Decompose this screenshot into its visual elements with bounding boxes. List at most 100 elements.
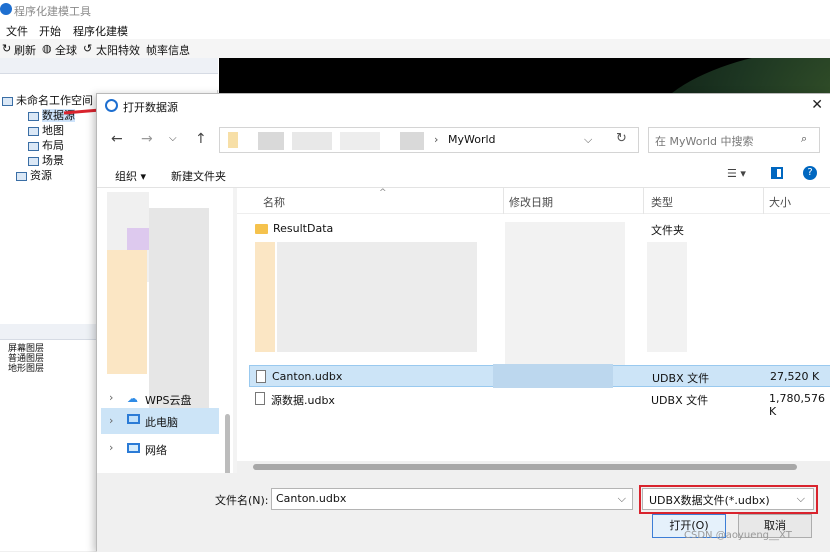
tree-item-resources[interactable]: 资源 — [16, 167, 52, 183]
scrollbar-thumb[interactable] — [253, 464, 797, 470]
file-name: ResultData — [273, 222, 334, 235]
blurred-path-segment — [292, 132, 332, 150]
cloud-icon: ☁ — [127, 392, 138, 405]
nav-item-network[interactable]: › 网络 — [105, 438, 225, 460]
filename-label: 文件名(N): — [215, 494, 269, 507]
file-icon — [255, 392, 265, 405]
address-bar[interactable]: › MyWorld ⌵ ↻ — [219, 127, 639, 153]
file-type: UDBX 文件 — [652, 372, 710, 385]
blurred-path-segment — [258, 132, 284, 150]
scene-icon — [28, 156, 39, 166]
sun-icon: ↺ — [83, 42, 93, 55]
blurred-file-rows — [255, 242, 275, 352]
column-modified[interactable]: 修改日期 — [509, 194, 553, 210]
menu-bar: 文件 开始 程序化建模 — [0, 20, 830, 39]
column-name[interactable]: 名称 — [263, 194, 285, 210]
expand-chevron-icon[interactable]: › — [109, 414, 113, 427]
computer-icon — [127, 414, 140, 424]
search-icon[interactable]: ⌕ — [801, 132, 807, 146]
file-type: UDBX 文件 — [651, 394, 709, 407]
menu-file[interactable]: 文件 — [6, 23, 28, 39]
expand-chevron-icon[interactable]: › — [109, 391, 113, 404]
preview-pane-icon[interactable] — [771, 167, 783, 179]
blurred-nav-items — [149, 208, 209, 408]
column-type[interactable]: 类型 — [651, 194, 673, 210]
recent-locations-chevron-icon[interactable]: ⌵ — [169, 133, 177, 144]
column-size[interactable]: 大小 — [769, 194, 791, 210]
globe-icon: ◍ — [42, 42, 52, 55]
column-divider[interactable] — [763, 188, 764, 214]
folder-icon — [255, 224, 268, 234]
refresh-button[interactable]: 刷新 — [14, 42, 36, 58]
nav-item-wps-cloud[interactable]: › ☁ WPS云盘 — [105, 388, 225, 410]
back-arrow-icon[interactable]: ← — [111, 131, 123, 147]
blurred-overlay — [493, 364, 613, 388]
workspace-panel-subtoolbar — [0, 74, 218, 90]
expand-chevron-icon[interactable]: › — [109, 441, 113, 454]
globe-render — [639, 58, 830, 98]
file-icon — [256, 370, 266, 383]
filename-dropdown-chevron-icon[interactable]: ⌵ — [618, 492, 626, 506]
menu-start[interactable]: 开始 — [39, 23, 61, 39]
forward-arrow-icon[interactable]: → — [141, 131, 153, 147]
tree-item-map[interactable]: 地图 — [28, 122, 64, 138]
app-titlebar: 程序化建模工具 — [0, 0, 830, 20]
column-header-row: 名称 ^ 修改日期 类型 大小 — [237, 188, 830, 214]
address-current-folder[interactable]: MyWorld — [448, 133, 496, 146]
file-size: 1,780,576 K — [769, 392, 825, 418]
frame-rate-button[interactable]: 帧率信息 — [146, 42, 190, 58]
scene-viewport[interactable] — [219, 58, 830, 98]
organize-menu[interactable]: 组织 ▾ — [115, 168, 146, 184]
filename-input[interactable]: Canton.udbx ⌵ — [271, 488, 633, 510]
globe-button[interactable]: 全球 — [55, 42, 77, 58]
sort-chevron-icon: ^ — [379, 188, 387, 198]
app-title: 程序化建模工具 — [14, 5, 91, 18]
nav-item-label: WPS云盘 — [145, 394, 192, 407]
dialog-titlebar: 打开数据源 ✕ — [97, 94, 830, 118]
menu-procedural[interactable]: 程序化建模 — [73, 23, 128, 39]
close-icon[interactable]: ✕ — [811, 97, 823, 113]
breadcrumb-chevron-icon: › — [434, 133, 439, 146]
file-name: Canton.udbx — [272, 370, 343, 383]
up-arrow-icon[interactable]: ↑ — [195, 131, 207, 147]
network-icon — [127, 443, 140, 453]
red-highlight-box — [639, 485, 818, 514]
nav-item-label: 网络 — [145, 444, 167, 457]
refresh-icon[interactable]: ↻ — [616, 131, 627, 146]
view-options-icon[interactable]: ☰ ▾ — [727, 167, 746, 180]
tree-item-layout[interactable]: 布局 — [28, 137, 64, 153]
horizontal-scrollbar[interactable] — [237, 461, 830, 473]
file-list: 名称 ^ 修改日期 类型 大小 ResultData 文件夹 Canton.ud… — [237, 188, 830, 468]
blurred-path-segment — [340, 132, 380, 150]
file-size: 27,520 K — [770, 370, 820, 383]
navigation-row: ← → ⌵ ↑ › MyWorld ⌵ ↻ 在 MyWorld 中搜索 ⌕ — [97, 118, 830, 162]
nav-item-this-pc[interactable]: › 此电脑 — [101, 408, 219, 434]
blurred-file-rows — [647, 242, 687, 352]
search-box[interactable]: 在 MyWorld 中搜索 ⌕ — [648, 127, 820, 153]
resources-icon — [16, 171, 27, 181]
command-bar: 组织 ▾ 新建文件夹 ☰ ▾ ? — [97, 162, 830, 188]
dialog-title: 打开数据源 — [123, 101, 178, 114]
tree-item-scene[interactable]: 场景 — [28, 152, 64, 168]
column-divider[interactable] — [503, 188, 504, 214]
blurred-file-rows — [277, 242, 477, 352]
workspace-panel-toolbar — [0, 58, 218, 74]
file-row[interactable]: 源数据.udbx UDBX 文件 1,780,576 K — [249, 388, 830, 418]
new-folder-button[interactable]: 新建文件夹 — [171, 168, 226, 184]
refresh-icon: ↻ — [2, 42, 12, 55]
help-icon[interactable]: ? — [803, 166, 817, 180]
file-type: 文件夹 — [651, 224, 684, 237]
app-logo-icon — [0, 3, 12, 15]
sun-effect-button[interactable]: 太阳特效 — [96, 42, 140, 58]
file-name: 源数据.udbx — [271, 394, 335, 407]
blurred-file-rows — [505, 222, 625, 382]
column-divider[interactable] — [643, 188, 644, 214]
layout-icon — [28, 141, 39, 151]
blurred-path-segment — [228, 132, 238, 148]
datasource-icon — [28, 111, 39, 121]
dialog-app-icon — [105, 99, 118, 112]
layer-terrain[interactable]: 地形图层 — [8, 361, 44, 374]
open-datasource-dialog: 打开数据源 ✕ ← → ⌵ ↑ › MyWorld ⌵ ↻ 在 MyWorld … — [96, 93, 830, 552]
blurred-nav-items — [107, 250, 147, 374]
address-dropdown-chevron-icon[interactable]: ⌵ — [584, 133, 592, 147]
